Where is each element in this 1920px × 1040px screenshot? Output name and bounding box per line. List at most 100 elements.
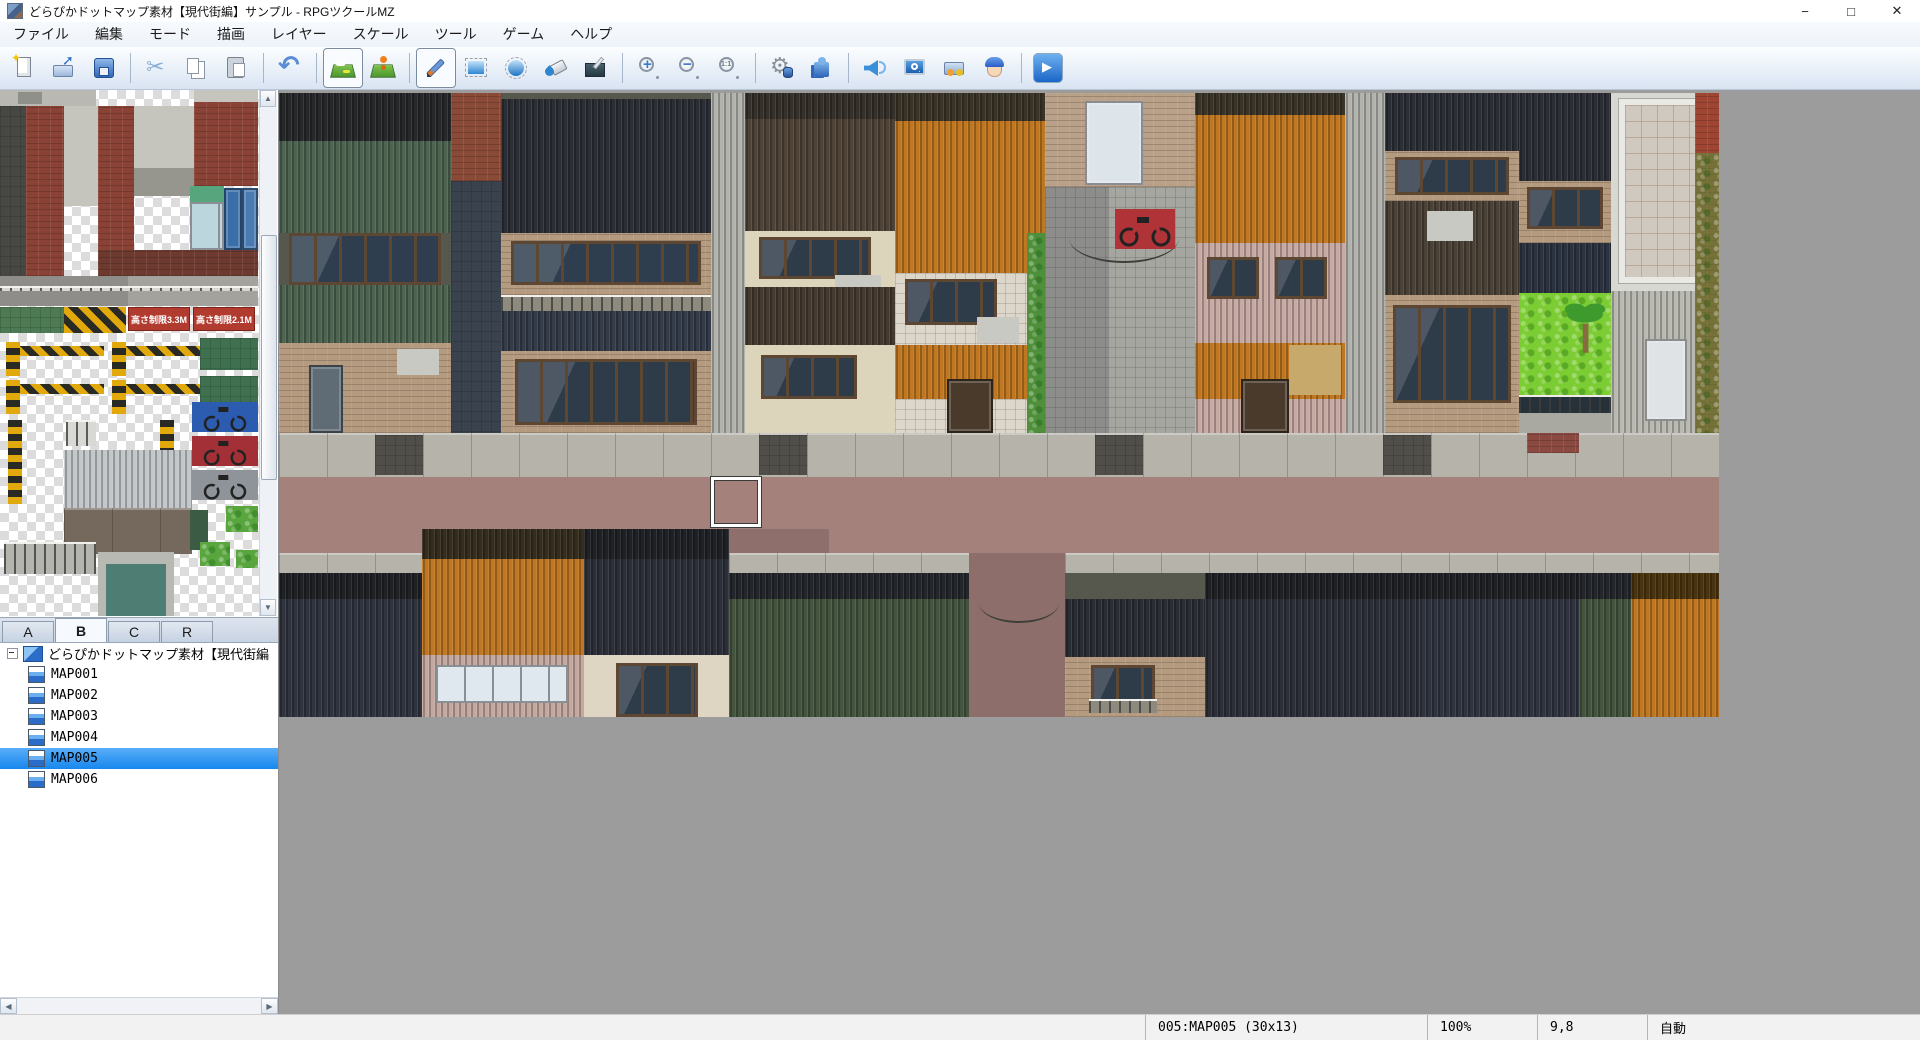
character-generator-icon [981, 54, 1009, 82]
tileset-tab-b[interactable]: B [55, 618, 107, 642]
map-tile-block [515, 359, 697, 425]
map-tile-block [1065, 599, 1205, 657]
fill-tool-icon [542, 54, 570, 82]
undo-button[interactable] [270, 48, 310, 88]
map-file-icon [28, 750, 45, 767]
map-tile-block [1631, 599, 1719, 717]
map-tile-block [1579, 599, 1631, 717]
palette-tile-block [194, 102, 258, 186]
tileset-tab-a[interactable]: A [2, 621, 54, 642]
pencil-button[interactable] [416, 48, 456, 88]
database-icon [768, 54, 796, 82]
palette-tile-block [200, 542, 230, 566]
map-tile-block [1027, 233, 1045, 433]
map-tile-block [1205, 599, 1419, 717]
scroll-left-icon[interactable]: ◀ [0, 998, 17, 1014]
tree-item-map002[interactable]: MAP002 [0, 685, 278, 706]
save-button[interactable] [84, 48, 124, 88]
rect-tool-button[interactable] [456, 48, 496, 88]
resource-manager-button[interactable] [935, 48, 975, 88]
menu-item[interactable]: スケール [340, 22, 422, 47]
map-render-area[interactable] [279, 93, 1719, 717]
open-button[interactable] [44, 48, 84, 88]
palette-tile-block [8, 420, 22, 504]
copy-button[interactable] [177, 48, 217, 88]
tree-item-map005[interactable]: MAP005 [0, 748, 278, 769]
palette-tile-block: 高さ制限2.1M [193, 307, 255, 331]
menu-item[interactable]: ゲーム [490, 22, 558, 47]
map-tile-block [1395, 157, 1509, 195]
menu-item[interactable]: ヘルプ [557, 22, 625, 47]
scroll-down-icon[interactable]: ▼ [260, 599, 276, 616]
tileset-tab-c[interactable]: C [108, 621, 160, 642]
tileset-tab-r[interactable]: R [161, 621, 213, 642]
event-searcher-button[interactable] [895, 48, 935, 88]
new-button[interactable] [4, 48, 44, 88]
scroll-right-icon[interactable]: ▶ [261, 998, 278, 1014]
map-name-label: MAP002 [51, 688, 98, 703]
tileset-palette-canvas[interactable]: 高さ制限3.3M高さ制限2.1M [0, 90, 259, 616]
zoom-out-button[interactable] [669, 48, 709, 88]
map-editor-canvas[interactable] [279, 90, 1920, 1014]
resource-manager-icon [941, 54, 969, 82]
tree-collapse-icon[interactable] [7, 648, 18, 659]
palette-tile-block [236, 550, 258, 568]
playtest-button[interactable] [1028, 48, 1068, 88]
maximize-button[interactable]: □ [1828, 0, 1874, 22]
palette-tile-block [126, 384, 210, 394]
tree-item-map006[interactable]: MAP006 [0, 769, 278, 790]
palette-tile-block [112, 342, 126, 376]
map-tile-block [279, 573, 422, 599]
database-button[interactable] [762, 48, 802, 88]
map-tile-block [1289, 345, 1341, 395]
tileset-tab-bar: ABCR [0, 618, 278, 643]
map-tile-block [501, 311, 711, 351]
menu-item[interactable]: ツール [422, 22, 490, 47]
tree-item-map003[interactable]: MAP003 [0, 706, 278, 727]
map-name-label: MAP004 [51, 730, 98, 745]
palette-scrollbar[interactable]: ▲ ▼ [259, 90, 277, 616]
map-mode-button[interactable] [323, 48, 363, 88]
palette-tile-block: 高さ制限3.3M [128, 307, 190, 331]
menu-item[interactable]: ファイル [0, 22, 82, 47]
shadow-pen-button[interactable] [576, 48, 616, 88]
sound-test-button[interactable] [855, 48, 895, 88]
palette-tile-block [128, 276, 258, 306]
cut-button[interactable] [137, 48, 177, 88]
zoom-in-button[interactable] [629, 48, 669, 88]
close-button[interactable]: ✕ [1874, 0, 1920, 22]
ellipse-tool-button[interactable] [496, 48, 536, 88]
paste-button[interactable] [217, 48, 257, 88]
map-tile-block [1631, 573, 1719, 599]
map-tile-block [375, 435, 423, 475]
plugin-button[interactable] [802, 48, 842, 88]
menu-item[interactable]: モード [136, 22, 204, 47]
status-mode: 自動 [1647, 1015, 1920, 1040]
palette-scrollbar-thumb[interactable] [261, 235, 277, 480]
new-icon [10, 54, 38, 82]
map-tile-block [1527, 433, 1579, 453]
menu-item[interactable]: 編集 [82, 22, 136, 47]
tree-item-map004[interactable]: MAP004 [0, 727, 278, 748]
toolbar-separator [755, 53, 756, 83]
tree-root-item[interactable]: どらぴかドットマップ素材【現代街編 [0, 643, 278, 664]
fill-tool-button[interactable] [536, 48, 576, 88]
project-icon [23, 646, 43, 662]
character-generator-button[interactable] [975, 48, 1015, 88]
actual-size-button[interactable] [709, 48, 749, 88]
map-name-label: MAP005 [51, 751, 98, 766]
menu-item[interactable]: 描画 [204, 22, 258, 47]
left-panel: 高さ制限3.3M高さ制限2.1M ▲ ▼ ABCR どらぴかドットマップ素材【現… [0, 90, 279, 1014]
event-mode-button[interactable] [363, 48, 403, 88]
menu-item[interactable]: レイヤー [258, 22, 340, 47]
palette-tile-block [224, 188, 242, 250]
minimize-button[interactable]: − [1782, 0, 1828, 22]
map-file-icon [28, 687, 45, 704]
tree-item-map001[interactable]: MAP001 [0, 664, 278, 685]
tree-horizontal-scrollbar[interactable]: ◀ ▶ [0, 997, 278, 1015]
map-tile-block [1519, 413, 1611, 433]
cut-icon [143, 54, 171, 82]
map-tile-block [977, 317, 1019, 343]
map-tree: どらぴかドットマップ素材【現代街編MAP001 MAP002 MAP003 MAP00… [0, 643, 278, 997]
scroll-up-icon[interactable]: ▲ [260, 90, 276, 107]
